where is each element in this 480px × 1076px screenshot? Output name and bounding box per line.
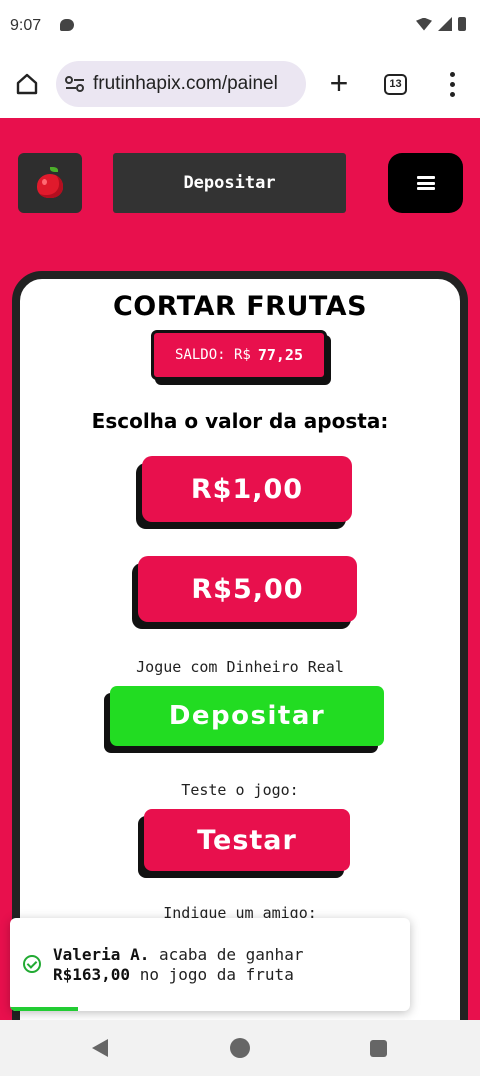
notification-text: Valeria A. acaba de ganhar R$163,00 no j… [53,945,403,985]
apple-shine [42,179,47,185]
url-text: frutinhapix.com/painel [93,73,278,94]
test-label: Teste o jogo: [181,781,299,799]
new-tab-icon: + [329,65,349,101]
hamburger-line [416,187,435,190]
more-menu-dot [450,92,455,97]
apple-leaf [50,167,58,172]
back-icon[interactable] [92,1039,108,1057]
notification-text-2: no jogo da fruta [130,965,294,984]
bet-5-button[interactable]: R$5,00 [138,556,357,622]
bet-prompt: Escolha o valor da aposta: [91,409,389,433]
logo-button[interactable] [18,153,82,213]
apple-icon [37,167,63,198]
hamburger-icon [416,176,435,190]
tabs-button[interactable]: 13 [384,74,407,95]
winner-name: Valeria A. [53,945,150,964]
notification-text-1: acaba de ganhar [149,945,304,964]
address-bar[interactable]: frutinhapix.com/painel [56,61,306,107]
status-icons [416,17,466,31]
more-menu-dot [450,82,455,87]
header-deposit-button[interactable]: Depositar [113,153,346,213]
balance-badge: SALDO: R$ 77,25 [151,330,327,380]
menu-button[interactable] [388,153,463,213]
recents-icon[interactable] [370,1040,387,1057]
wifi-icon [416,17,432,31]
hamburger-line [416,176,435,179]
game-title: CORTAR FRUTAS [112,291,368,322]
bet-1-button[interactable]: R$1,00 [142,456,352,522]
game-card: CORTAR FRUTAS SALDO: R$ 77,25 Escolha o … [12,271,468,1020]
page-content: Depositar CORTAR FRUTAS SALDO: R$ 77,25 … [0,118,480,1020]
check-circle-icon [23,955,41,973]
win-notification[interactable]: Valeria A. acaba de ganhar R$163,00 no j… [10,918,410,1011]
notification-progress-bar [10,1007,78,1011]
more-menu-button[interactable] [442,72,462,98]
system-nav-bar [0,1020,480,1076]
win-amount: R$163,00 [53,965,131,984]
hamburger-line [416,181,435,185]
status-bar: 9:07 [0,0,480,52]
more-menu-icon [450,72,455,77]
new-tab-button[interactable]: + [324,64,354,104]
home-button[interactable] [12,69,42,99]
balance-value: 77,25 [257,346,303,364]
deposit-button[interactable]: Depositar [110,686,384,746]
test-button[interactable]: Testar [144,809,350,871]
home-icon [16,73,38,95]
chat-bubble-icon [60,19,74,31]
site-settings-icon[interactable] [65,75,85,93]
status-time: 9:07 [10,17,42,34]
balance-label: SALDO: R$ [174,347,251,363]
battery-icon [458,17,466,31]
real-money-label: Jogue com Dinheiro Real [136,658,344,676]
home-circle-icon[interactable] [230,1038,250,1058]
signal-icon [438,17,452,31]
browser-toolbar: frutinhapix.com/painel + 13 [0,52,480,118]
